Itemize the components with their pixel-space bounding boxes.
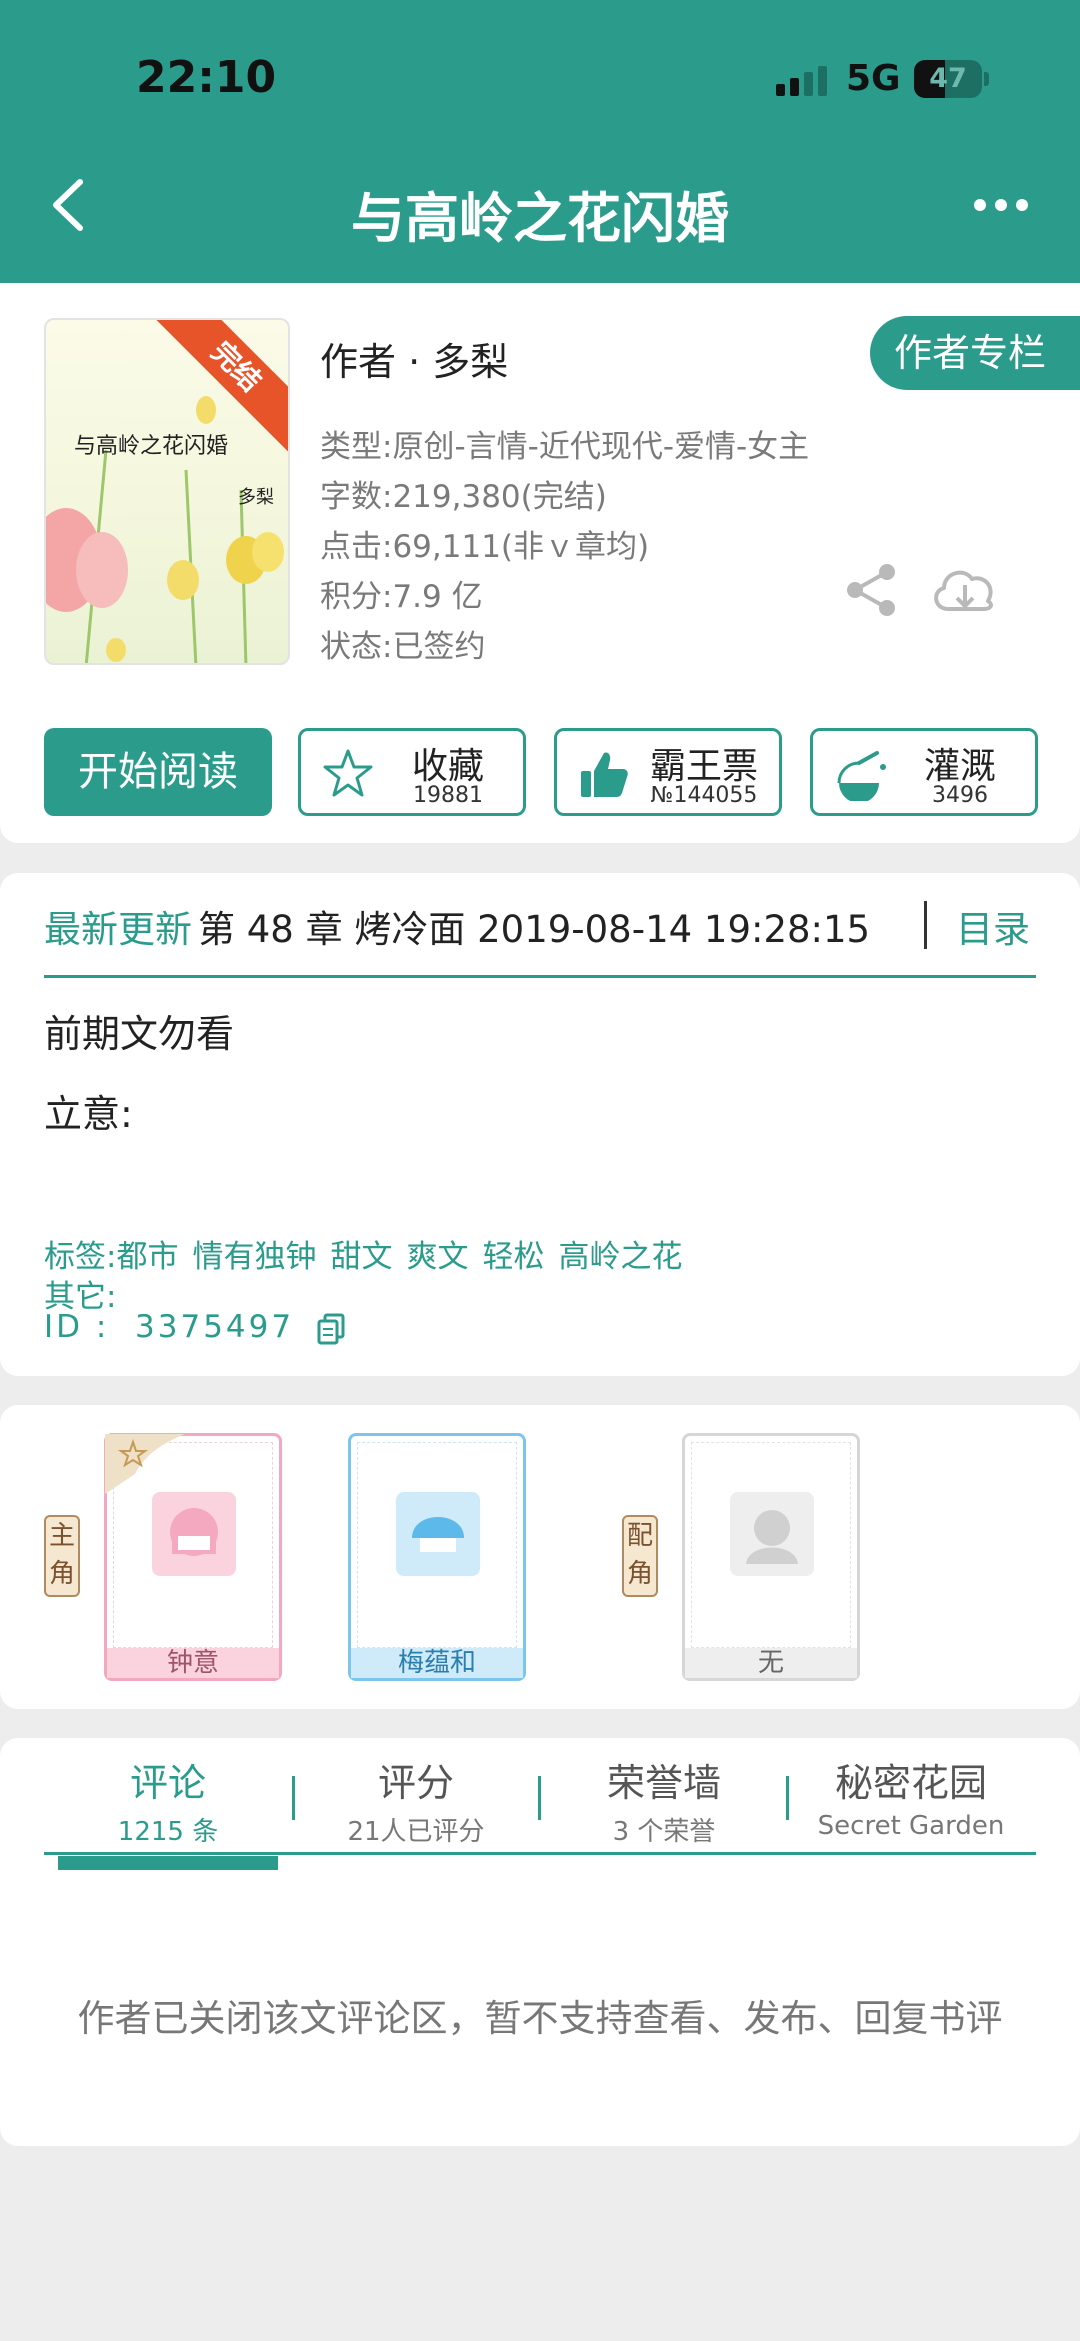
start-reading-button[interactable]: 开始阅读 [44, 728, 272, 816]
tags-label: 标签: [44, 1239, 117, 1275]
tab-secret-garden[interactable]: 秘密花园 Secret Garden [796, 1752, 1026, 1841]
star-badge-icon [105, 1434, 185, 1494]
tab-comments[interactable]: 评论 1215 条 [53, 1752, 283, 1848]
favorite-count: 19881 [413, 783, 483, 808]
character-name: 梅蕴和 [351, 1648, 523, 1678]
toc-link[interactable]: 目录 [956, 899, 1030, 953]
back-icon[interactable] [40, 170, 100, 240]
tags-row: 标签:都市 情有独钟 甜文 爽文 轻松 高岭之花 [44, 1231, 696, 1276]
book-clicks: 点击:69,111(非ｖ章均) [320, 529, 650, 565]
thumbs-up-icon [581, 752, 628, 797]
tab-separator [786, 1776, 789, 1820]
cover-author: 多梨 [238, 487, 274, 508]
copy-icon[interactable] [317, 1313, 345, 1345]
comments-closed-message: 作者已关闭该文评论区，暂不支持查看、发布、回复书评 [77, 1997, 1003, 2040]
ticket-label: 霸王票 [649, 746, 758, 787]
latest-chapter-link[interactable]: 第 48 章 烤冷面 2019-08-14 19:28:15 [198, 899, 870, 953]
tab-label: 评分 [377, 1761, 454, 1805]
author-line[interactable]: 作者 · 多梨 [320, 331, 508, 386]
tab-separator [292, 1776, 295, 1820]
tab-label: 秘密花园 [834, 1761, 987, 1805]
characters-card: 主角 钟意 梅蕴和 配角 无 [0, 1405, 1080, 1709]
book-word-count: 字数:219,380(完结) [320, 479, 607, 515]
character-name: 钟意 [107, 1648, 279, 1678]
water-label: 灌溉 [923, 746, 996, 787]
book-type: 类型:原创-言情-近代现代-爱情-女主 [320, 429, 810, 465]
ticket-button[interactable]: 霸王票 №144055 [554, 728, 782, 816]
tab-sub: 3 个荣誉 [612, 1817, 716, 1847]
star-icon [323, 749, 373, 797]
download-icon[interactable] [930, 561, 1000, 621]
tab-sub: 21人已评分 [347, 1817, 485, 1847]
book-score: 积分:7.9 亿 [320, 579, 483, 615]
signal-icon [776, 66, 827, 96]
id-label: ID : [44, 1309, 110, 1345]
character-name: 无 [685, 1648, 857, 1678]
tab-separator [538, 1776, 541, 1820]
tab-sub: 1215 条 [117, 1817, 219, 1847]
summary-line: 前期文勿看 [44, 1012, 235, 1056]
water-button[interactable]: 灌溉 3496 [810, 728, 1038, 816]
battery-icon: 47 [914, 60, 982, 98]
status-time: 22:10 [136, 52, 277, 103]
share-icon[interactable] [843, 562, 899, 618]
character-card[interactable]: 无 [682, 1433, 860, 1681]
summary-line: 立意: [44, 1092, 133, 1136]
tab-ratings[interactable]: 评分 21人已评分 [301, 1752, 531, 1848]
tag-chip[interactable]: 情有独钟 [192, 1239, 316, 1275]
more-icon[interactable] [974, 196, 1030, 218]
divider [924, 901, 927, 949]
network-type: 5G [846, 58, 901, 99]
update-card: 最新更新 第 48 章 烤冷面 2019-08-14 19:28:15 目录 前… [0, 873, 1080, 1376]
avatar [152, 1492, 236, 1576]
tab-sub: Secret Garden [817, 1811, 1005, 1841]
tag-chip[interactable]: 轻松 [482, 1239, 544, 1275]
water-count: 3496 [932, 783, 988, 808]
character-card[interactable]: 梅蕴和 [348, 1433, 526, 1681]
tabs-divider [44, 1852, 1036, 1855]
battery-nub [984, 72, 989, 86]
book-cover[interactable]: 与高岭之花闪婚 多梨 完结 [44, 318, 290, 665]
tab-label: 评论 [129, 1761, 206, 1805]
tag-chip[interactable]: 高岭之花 [558, 1239, 682, 1275]
tag-chip[interactable]: 都市 [116, 1239, 178, 1275]
book-status: 状态:已签约 [320, 629, 486, 665]
watering-icon [837, 751, 886, 801]
divider-line [44, 975, 1036, 978]
character-card[interactable]: 钟意 [104, 1433, 282, 1681]
book-info-card: 与高岭之花闪婚 多梨 完结 作者 · 多梨 作者专栏 类型:原创-言情-近代现代… [0, 283, 1080, 843]
author-column-button[interactable]: 作者专栏 [870, 316, 1080, 390]
tag-chip[interactable]: 甜文 [330, 1239, 392, 1275]
tabs-card: 评论 1215 条 评分 21人已评分 荣誉墙 3 个荣誉 秘密花园 Secre… [0, 1738, 1080, 2146]
tab-label: 荣誉墙 [606, 1761, 721, 1805]
avatar [730, 1492, 814, 1576]
supporting-role-badge: 配角 [622, 1515, 658, 1597]
id-row: ID : 3375497 [44, 1309, 345, 1345]
tag-chip[interactable]: 爽文 [406, 1239, 468, 1275]
tab-honor-wall[interactable]: 荣誉墙 3 个荣誉 [549, 1752, 779, 1848]
ticket-count: №144055 [650, 783, 758, 808]
app-header: 22:10 5G 47 与高岭之花闪婚 [0, 0, 1080, 283]
active-tab-indicator [58, 1856, 278, 1870]
favorite-label: 收藏 [411, 746, 484, 787]
id-value: 3375497 [135, 1309, 295, 1345]
main-role-badge: 主角 [44, 1515, 80, 1597]
page-title: 与高岭之花闪婚 [351, 187, 729, 250]
battery-level: 47 [929, 63, 967, 94]
cover-title: 与高岭之花闪婚 [74, 434, 229, 459]
favorite-button[interactable]: 收藏 19881 [298, 728, 526, 816]
latest-update-label: 最新更新 [44, 908, 192, 951]
avatar [396, 1492, 480, 1576]
